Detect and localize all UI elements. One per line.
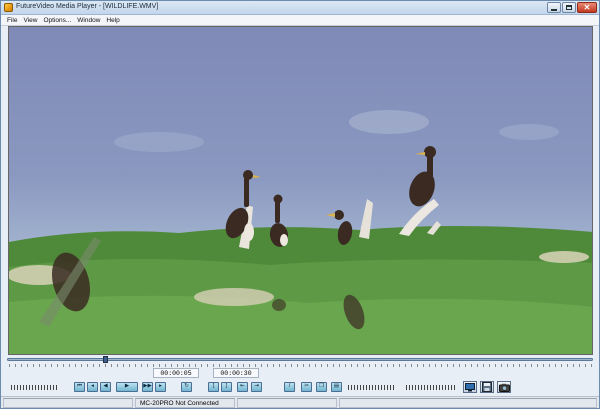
fast-forward-icon: ▶▶ xyxy=(143,383,152,390)
control-panel: 00:00:05 00:00:30 ⏮ ◂ ◀ ▶ ▶▶ ▸ ↻ [ ] ⇤ ⇥… xyxy=(1,368,599,396)
loop-button[interactable]: ↻ xyxy=(181,382,192,392)
mark-out-icon: ] xyxy=(225,383,228,390)
copy-button[interactable]: ❐ xyxy=(316,382,327,392)
snapshot-button[interactable] xyxy=(497,381,511,393)
rewind-button[interactable]: ◀ xyxy=(100,382,111,392)
seek-bar[interactable] xyxy=(5,356,595,368)
frame-forward-button[interactable]: ▸ xyxy=(155,382,166,392)
minimize-button[interactable] xyxy=(547,2,561,13)
goto-in-button[interactable]: ⇤ xyxy=(237,382,248,392)
video-frame xyxy=(9,110,592,354)
seek-thumb[interactable] xyxy=(103,356,109,363)
app-icon xyxy=(4,3,13,12)
monitor-icon xyxy=(465,382,475,391)
menu-window[interactable]: Window xyxy=(74,17,103,24)
mark-in-icon: [ xyxy=(212,383,215,390)
goto-out-button[interactable]: ⇥ xyxy=(251,382,262,392)
current-time: 00:00:05 xyxy=(153,368,199,378)
minimize-icon xyxy=(551,8,557,11)
menu-bar: File View Options... Window Help xyxy=(1,15,599,26)
rewind-icon: ◀ xyxy=(103,383,108,390)
speed-scale[interactable] xyxy=(348,385,394,390)
title-bar[interactable]: FutureVideo Media Player - [WILDLIFE.WMV… xyxy=(1,1,599,15)
camera-icon xyxy=(498,383,510,392)
copy-icon: ❐ xyxy=(319,383,324,390)
status-cell-mid xyxy=(237,398,337,408)
monitor-button[interactable] xyxy=(463,381,477,393)
cut-icon: ✂ xyxy=(304,383,309,390)
seek-ticks xyxy=(9,364,593,367)
goto-out-icon: ⇥ xyxy=(254,383,259,390)
paste-button[interactable]: ▤ xyxy=(331,382,342,392)
balance-scale[interactable] xyxy=(406,385,456,390)
save-icon xyxy=(482,382,492,392)
save-button[interactable] xyxy=(480,381,494,393)
fast-forward-button[interactable]: ▶▶ xyxy=(142,382,153,392)
skip-start-icon: ⏮ xyxy=(77,383,82,390)
menu-help[interactable]: Help xyxy=(103,17,122,24)
frame-forward-icon: ▸ xyxy=(159,383,162,390)
window-title: FutureVideo Media Player - [WILDLIFE.WMV… xyxy=(16,3,159,10)
frame-back-icon: ◂ xyxy=(91,383,94,390)
video-display[interactable] xyxy=(8,26,593,355)
skip-to-start-button[interactable]: ⏮ xyxy=(74,382,85,392)
seek-track[interactable] xyxy=(7,358,593,361)
mark-out-button[interactable]: ] xyxy=(221,382,232,392)
edit-button[interactable]: / xyxy=(284,382,295,392)
device-status: MC-20PRO Not Connected xyxy=(135,398,235,408)
edit-icon: / xyxy=(288,383,291,390)
mark-in-button[interactable]: [ xyxy=(208,382,219,392)
goto-in-icon: ⇤ xyxy=(240,383,245,390)
duration-time: 00:00:30 xyxy=(213,368,259,378)
status-bar: MC-20PRO Not Connected xyxy=(1,396,599,408)
menu-view[interactable]: View xyxy=(20,17,40,24)
status-cell-left xyxy=(3,398,133,408)
maximize-icon xyxy=(566,5,572,10)
play-icon: ▶ xyxy=(124,383,130,390)
cut-button[interactable]: ✂ xyxy=(301,382,312,392)
close-icon: ✕ xyxy=(583,2,591,12)
play-button[interactable]: ▶ xyxy=(116,382,138,392)
app-window: FutureVideo Media Player - [WILDLIFE.WMV… xyxy=(0,0,600,409)
loop-icon: ↻ xyxy=(184,383,189,390)
close-button[interactable]: ✕ xyxy=(577,2,597,13)
paste-icon: ▤ xyxy=(333,383,340,390)
maximize-button[interactable] xyxy=(562,2,576,13)
volume-scale[interactable] xyxy=(11,385,59,390)
frame-back-button[interactable]: ◂ xyxy=(87,382,98,392)
menu-options[interactable]: Options... xyxy=(40,17,74,24)
menu-file[interactable]: File xyxy=(4,17,20,24)
status-cell-right xyxy=(339,398,597,408)
